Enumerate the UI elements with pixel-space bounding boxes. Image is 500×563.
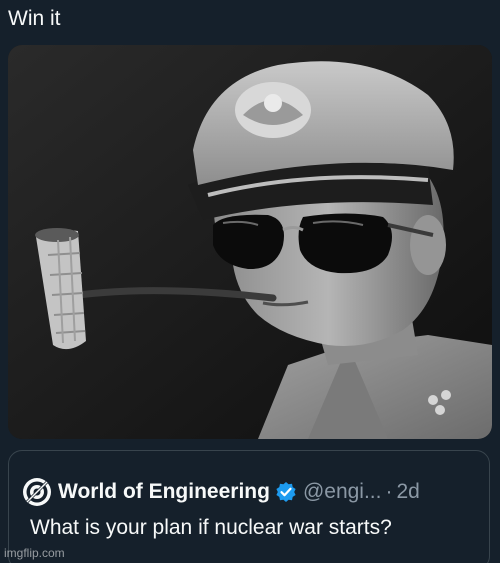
- photo-illustration: [8, 45, 492, 439]
- imgflip-watermark: imgflip.com: [4, 546, 65, 560]
- meta-separator: ·: [385, 480, 393, 503]
- quoted-tweet-card[interactable]: [8, 450, 490, 563]
- quoted-tweet-age[interactable]: 2d: [396, 480, 419, 504]
- quoted-author-name[interactable]: World of Engineering: [58, 480, 270, 504]
- post-text: Win it: [8, 7, 61, 30]
- verified-badge-icon: [275, 481, 297, 503]
- cap-emblem: [235, 82, 311, 138]
- quoted-tweet-text: What is your plan if nuclear war starts?: [30, 516, 392, 539]
- post-photo[interactable]: [8, 45, 492, 439]
- gear-logo-icon[interactable]: [22, 477, 52, 507]
- quoted-author-handle[interactable]: @engi...: [303, 480, 382, 504]
- tweet-screenshot: Win it World of Engineering @engi... · 2…: [0, 0, 500, 563]
- quoted-tweet-header: World of Engineering @engi... · 2d: [22, 478, 420, 506]
